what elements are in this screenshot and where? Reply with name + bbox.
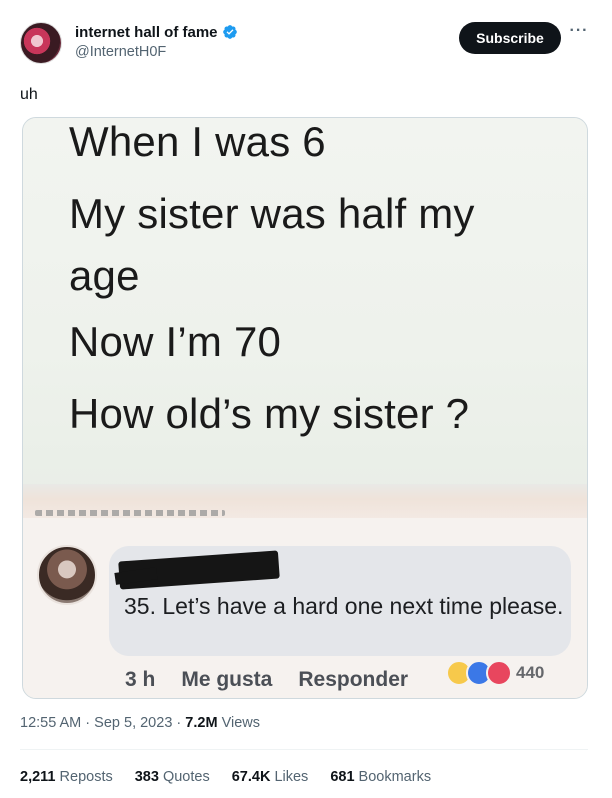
author-avatar[interactable] (20, 22, 62, 64)
bookmarks-label: Bookmarks (358, 769, 432, 785)
meta-separator: · (176, 715, 182, 731)
comment-like-label: Me gusta (181, 668, 273, 691)
reposts-label: Reposts (59, 769, 113, 785)
divider (20, 749, 588, 750)
views-count: 7.2M (185, 715, 218, 731)
tweet-date[interactable]: Sep 5, 2023 (94, 715, 172, 731)
engagement-stats: 2,211 Reposts 383 Quotes 67.4K Likes 681… (20, 769, 453, 785)
author-display-name[interactable]: internet hall of fame (75, 24, 218, 41)
quotes-stat[interactable]: 383 Quotes (135, 769, 210, 785)
reaction-summary: 440 (446, 658, 544, 688)
tweet-time[interactable]: 12:55 AM (20, 715, 81, 731)
tweet-text: uh (20, 86, 38, 103)
image-line-1: When I was 6 (69, 118, 326, 165)
views-label: Views (221, 715, 260, 731)
author-handle[interactable]: @InternetH0F (75, 44, 166, 60)
reaction-count: 440 (516, 663, 545, 682)
bookmarks-stat[interactable]: 681 Bookmarks (330, 769, 431, 785)
likes-count: 67.4K (231, 769, 271, 785)
reposts-stat[interactable]: 2,211 Reposts (20, 769, 113, 785)
quotes-count: 383 (134, 769, 159, 785)
image-text-panel (23, 118, 587, 496)
comment-actions: 3 h Me gusta Responder (125, 668, 434, 692)
likes-stat[interactable]: 67.4K Likes (232, 769, 309, 785)
comment-reply-label: Responder (298, 668, 409, 691)
comment-time: 3 h (125, 668, 156, 691)
tweet-meta: 12:55 AM · Sep 5, 2023 · 7.2M Views (20, 715, 260, 731)
image-line-5: How old’s my sister ? (69, 390, 470, 437)
commenter-avatar (37, 545, 97, 605)
obscured-text (35, 510, 225, 516)
likes-label: Likes (274, 769, 309, 785)
author-name[interactable]: internet hall of fame (75, 24, 238, 41)
more-options-icon[interactable]: ··· (567, 23, 591, 48)
bookmarks-count: 681 (330, 769, 355, 785)
meta-separator: · (85, 715, 91, 731)
tweet-header: internet hall of fame @InternetH0F Subsc… (0, 0, 612, 80)
reposts-count: 2,211 (20, 769, 56, 785)
love-reaction-icon (486, 660, 512, 686)
image-line-3: age (69, 252, 140, 299)
image-line-4: Now I’m 70 (69, 318, 282, 365)
comment-text: 35. Let’s have a hard one next time plea… (124, 593, 564, 619)
image-line-2: My sister was half my (69, 190, 475, 237)
tweet-image[interactable]: When I was 6 My sister was half my age N… (22, 117, 588, 699)
quotes-label: Quotes (162, 769, 210, 785)
subscribe-button[interactable]: Subscribe (459, 22, 561, 54)
verified-badge-icon (222, 25, 237, 39)
